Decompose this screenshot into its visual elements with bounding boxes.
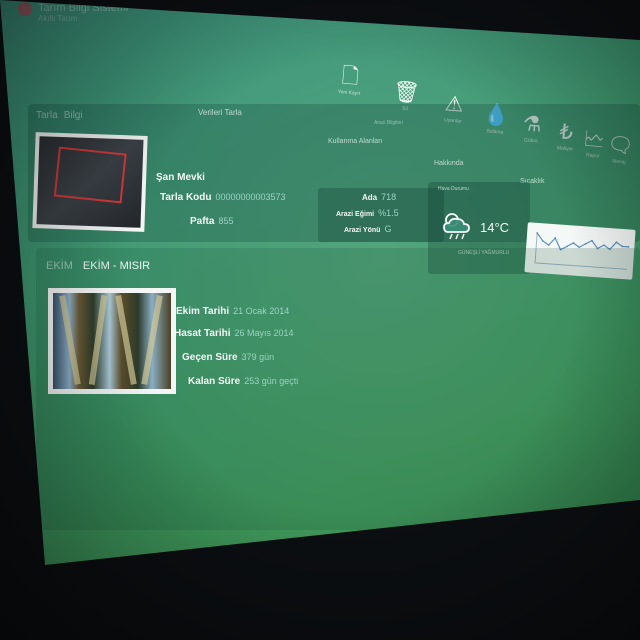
- sheet-row: Pafta 855: [190, 216, 233, 227]
- corn-stalk: [115, 295, 137, 385]
- remaining-time-value: 253 gün geçti: [244, 376, 299, 386]
- field-map-image: [36, 136, 144, 228]
- sheet-label: Pafta: [190, 216, 215, 227]
- document-icon: 🗋: [340, 64, 360, 89]
- field-code-value: 00000000003573: [215, 192, 286, 202]
- aspect-label: Arazi Yönü: [344, 227, 381, 234]
- header-field-label: Tarla: [36, 110, 58, 121]
- app-logo[interactable]: Tarım Bilgi Sistemi Akıllı Tarım: [18, 2, 128, 24]
- field-map-thumbnail[interactable]: [32, 132, 148, 232]
- parcel-label: Ada: [362, 193, 378, 202]
- planting-date-label: Ekim Tarihi: [176, 306, 230, 317]
- about-label: Hakkında: [434, 160, 464, 167]
- logo-mark-icon: [18, 2, 32, 16]
- usage-areas-label: Kullanma Alanları: [328, 138, 383, 145]
- corn-stalk: [88, 295, 108, 385]
- harvest-date-row: Hasat Tarihi 26 Mayıs 2014: [174, 328, 294, 339]
- cloudy-rain-icon: [443, 213, 470, 240]
- app-title: Tarım Bilgi Sistemi: [38, 2, 129, 14]
- parcel-row: Ada 718: [362, 192, 396, 202]
- slope-label: Arazi Eğimi: [336, 211, 375, 218]
- panel-header-right: Arazi Bilgileri: [374, 120, 403, 126]
- planting-date-value: 21 Ocak 2014: [233, 306, 290, 316]
- app-subtitle: Akıllı Tarım: [38, 14, 78, 23]
- tablet-screen: Tarım Bilgi Sistemi Akıllı Tarım 🗋 Yeni …: [0, 0, 640, 565]
- field-code-label: Tarla Kodu: [160, 192, 212, 203]
- header-info-label: Bilgi: [63, 110, 83, 121]
- panel-header-left: Tarla Bilgi: [36, 110, 83, 121]
- crop-photo-thumbnail[interactable]: [48, 288, 176, 394]
- sheet-value: 855: [218, 216, 234, 226]
- field-boundary-outline: [53, 146, 127, 204]
- weather-label: Hava Durumu: [438, 186, 469, 192]
- crop-title: EKİM - MISIR: [82, 260, 151, 272]
- crop-panel-title: EKİM EKİM - MISIR: [46, 260, 150, 272]
- aspect-value: G: [384, 224, 392, 234]
- slope-value: %1.5: [378, 208, 399, 218]
- toolbar-new-record-button[interactable]: 🗋 Yeni Kayıt: [331, 62, 370, 97]
- remaining-time-row: Kalan Süre 253 gün geçti: [188, 376, 298, 387]
- panel-header-center: Verileri Tarla: [198, 108, 242, 117]
- field-code-row: Tarla Kodu 00000000003573: [160, 192, 286, 203]
- crop-photo: [53, 293, 171, 389]
- elapsed-time-label: Geçen Süre: [182, 352, 238, 363]
- elapsed-time-value: 379 gün: [241, 352, 275, 362]
- planting-date-row: Ekim Tarihi 21 Ocak 2014: [176, 306, 289, 317]
- corn-stalk: [141, 295, 163, 385]
- parcel-value: 718: [381, 192, 397, 202]
- slope-row: Arazi Eğimi %1.5: [336, 208, 399, 218]
- harvest-date-label: Hasat Tarihi: [174, 328, 231, 339]
- remaining-time-label: Kalan Süre: [188, 376, 241, 387]
- temperature-value: 14°C: [480, 220, 510, 235]
- harvest-date-value: 26 Mayıs 2014: [234, 328, 294, 338]
- elapsed-time-row: Geçen Süre 379 gün: [182, 352, 274, 363]
- land-details-box: Ada 718 Arazi Eğimi %1.5 Arazi Yönü G: [318, 188, 444, 242]
- corn-stalk: [59, 295, 81, 385]
- crop-tag: EKİM: [46, 260, 73, 272]
- crop-panel: EKİM EKİM - MISIR Ekim Tarihi 21 Ocak 2014…: [36, 248, 640, 530]
- field-info-panel: Tarla Bilgi Verileri Tarla Arazi Bilgiler…: [28, 104, 640, 280]
- aspect-row: Arazi Yönü G: [344, 224, 391, 234]
- location-text: Şan Mevki: [156, 172, 205, 183]
